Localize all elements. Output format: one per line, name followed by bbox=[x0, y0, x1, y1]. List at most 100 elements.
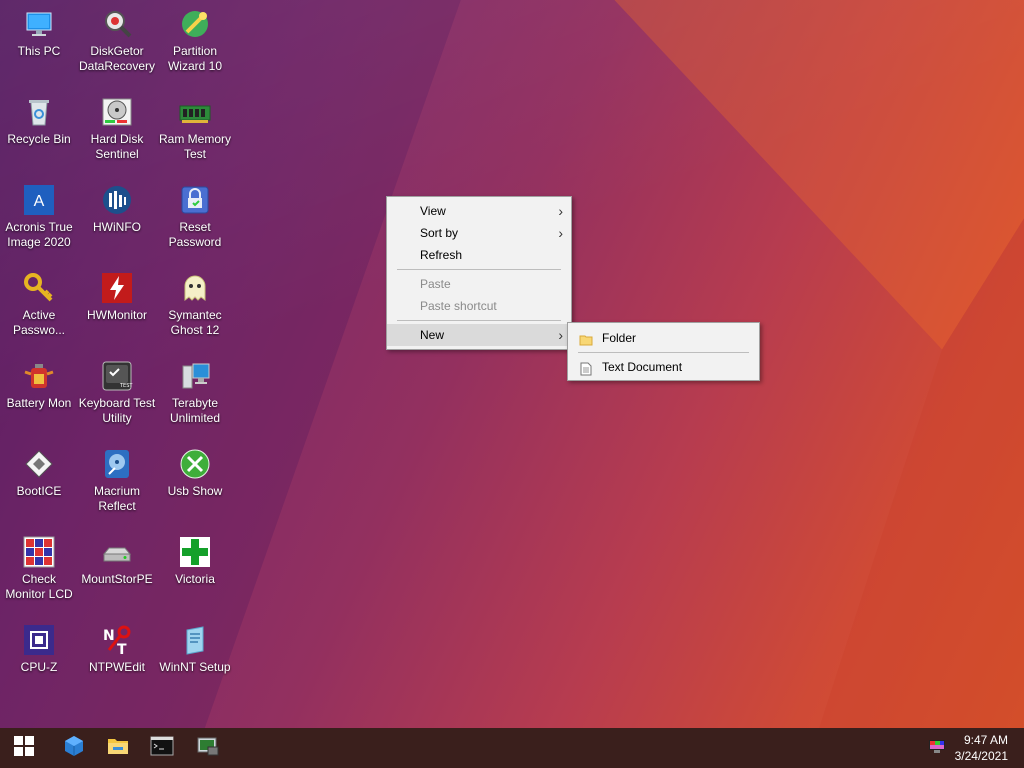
chevron-right-icon: › bbox=[558, 225, 563, 241]
winnt-setup-icon bbox=[179, 624, 211, 656]
desktop-icon-macrium[interactable]: Macrium Reflect bbox=[78, 440, 156, 524]
desktop-icon-partition-wizard[interactable]: Partition Wizard 10 bbox=[156, 0, 234, 84]
taskbar: 9:47 AM 3/24/2021 bbox=[0, 728, 1024, 768]
cpu-chip-icon bbox=[23, 624, 55, 656]
menu-separator bbox=[578, 352, 749, 353]
desktop-icon-label: DiskGetor DataRecovery bbox=[78, 44, 156, 73]
submenu-item-label: Folder bbox=[602, 331, 637, 345]
menu-item-new[interactable]: New › bbox=[387, 324, 571, 346]
menu-separator bbox=[397, 269, 561, 270]
desktop-icon-mountstorpe[interactable]: MountStorPE bbox=[78, 528, 156, 612]
drive-icon bbox=[101, 536, 133, 568]
desktop-icon-hwmonitor[interactable]: HWMonitor bbox=[78, 264, 156, 348]
svg-text:T: T bbox=[117, 642, 127, 656]
lightning-icon bbox=[101, 272, 133, 304]
system-clock[interactable]: 9:47 AM 3/24/2021 bbox=[955, 732, 1008, 764]
text-document-icon bbox=[579, 360, 593, 376]
hard-disk-icon bbox=[101, 96, 133, 128]
desktop-icon-label: Symantec Ghost 12 bbox=[168, 308, 222, 337]
desktop-icon-label: Victoria bbox=[175, 572, 215, 586]
terminal-icon bbox=[150, 735, 174, 762]
desktop-icon-check-monitor-lcd[interactable]: Check Monitor LCD bbox=[0, 528, 78, 612]
chevron-right-icon: › bbox=[558, 327, 563, 343]
recycle-bin-icon bbox=[23, 96, 55, 128]
desktop-icon-label: Ram Memory Test bbox=[158, 132, 231, 161]
menu-item-label: Paste bbox=[420, 277, 451, 291]
desktop-icon-reset-password[interactable]: Reset Password bbox=[156, 176, 234, 260]
submenu-item-folder[interactable]: Folder bbox=[568, 326, 759, 350]
bootice-icon bbox=[23, 448, 55, 480]
taskbar-app-1[interactable] bbox=[52, 728, 96, 768]
desktop-icon-label: CPU-Z bbox=[20, 660, 58, 674]
desktop-icon-label: HWMonitor bbox=[86, 308, 147, 322]
desktop-icon-label: Partition Wizard 10 bbox=[167, 44, 223, 73]
desktop-icon-label: Battery Mon bbox=[6, 396, 72, 410]
desktop-icon-victoria[interactable]: Victoria bbox=[156, 528, 234, 612]
desktop-icon-ram-memory-test[interactable]: Ram Memory Test bbox=[156, 88, 234, 172]
desktop-icon-label: WinNT Setup bbox=[159, 660, 231, 674]
desktop-icon-battery-mon[interactable]: Battery Mon bbox=[0, 352, 78, 436]
menu-separator bbox=[397, 320, 561, 321]
submenu-item-text-document[interactable]: Text Document bbox=[568, 355, 759, 379]
hwinfo-chip-icon bbox=[101, 184, 133, 216]
macrium-disk-icon bbox=[101, 448, 133, 480]
wizard-wand-icon bbox=[179, 8, 211, 40]
desktop-icon-hard-disk-sentinel[interactable]: Hard Disk Sentinel bbox=[78, 88, 156, 172]
menu-item-sort-by[interactable]: Sort by › bbox=[387, 222, 571, 244]
usb-tools-icon bbox=[179, 448, 211, 480]
taskbar-app-4[interactable] bbox=[186, 728, 230, 768]
desktop-icon-label: Usb Show bbox=[167, 484, 223, 498]
menu-item-paste-shortcut[interactable]: Paste shortcut bbox=[387, 295, 571, 317]
desktop-icon-terabyte[interactable]: Terabyte Unlimited bbox=[156, 352, 234, 436]
desktop-icon-ntpwedit[interactable]: NT NTPWEdit bbox=[78, 616, 156, 700]
taskbar-command-prompt[interactable] bbox=[140, 728, 184, 768]
menu-item-label: New bbox=[420, 328, 445, 342]
menu-item-view[interactable]: View › bbox=[387, 200, 571, 222]
disk-magnifier-icon bbox=[101, 8, 133, 40]
desktop-icon-label: Macrium Reflect bbox=[93, 484, 140, 513]
menu-item-refresh[interactable]: Refresh bbox=[387, 244, 571, 266]
svg-text:N: N bbox=[103, 628, 115, 644]
windows-logo-icon bbox=[14, 735, 34, 761]
desktop-icon-cpu-z[interactable]: CPU-Z bbox=[0, 616, 78, 700]
desktop-icon-keyboard-test[interactable]: TEST Keyboard Test Utility bbox=[78, 352, 156, 436]
reset-password-icon bbox=[179, 184, 211, 216]
desktop-icon-recycle-bin[interactable]: Recycle Bin bbox=[0, 88, 78, 172]
clock-date: 3/24/2021 bbox=[954, 749, 1008, 763]
menu-item-label: View bbox=[420, 204, 446, 218]
desktop-icon-diskgetor[interactable]: DiskGetor DataRecovery bbox=[78, 0, 156, 84]
desktop-icon-usb-show[interactable]: Usb Show bbox=[156, 440, 234, 524]
svg-text:TEST: TEST bbox=[119, 383, 133, 389]
pc-tower-icon bbox=[179, 360, 211, 392]
ntpwedit-key-icon: NT bbox=[101, 624, 133, 658]
desktop-icon-this-pc[interactable]: This PC bbox=[0, 0, 78, 84]
green-cross-icon bbox=[179, 536, 211, 568]
desktop-icon-label: Reset Password bbox=[168, 220, 222, 249]
new-submenu: Folder Text Document bbox=[567, 322, 760, 381]
menu-item-label: Paste shortcut bbox=[420, 299, 497, 313]
acronis-logo-icon: A bbox=[23, 184, 55, 216]
desktop-icon-label: MountStorPE bbox=[81, 572, 153, 586]
desktop-icon-acronis[interactable]: A Acronis True Image 2020 bbox=[0, 176, 78, 260]
menu-item-label: Refresh bbox=[420, 248, 463, 262]
desktop-icon-hwinfo[interactable]: HWiNFO bbox=[78, 176, 156, 260]
desktop-icon-symantec-ghost[interactable]: Symantec Ghost 12 bbox=[156, 264, 234, 348]
tray-color-icon[interactable] bbox=[929, 740, 945, 754]
desktop-icon-label: Hard Disk Sentinel bbox=[90, 132, 144, 161]
desktop-icon-active-password[interactable]: Active Passwo... bbox=[0, 264, 78, 348]
keyboard-key-icon: TEST bbox=[101, 360, 133, 392]
start-button[interactable] bbox=[2, 728, 46, 768]
desktop-icon-bootice[interactable]: BootICE bbox=[0, 440, 78, 524]
desktop-icon-label: Acronis True Image 2020 bbox=[5, 220, 73, 249]
clock-time: 9:47 AM bbox=[963, 733, 1008, 747]
desktop-icon-label: Check Monitor LCD bbox=[5, 572, 73, 601]
desktop-context-menu: View › Sort by › Refresh Paste Paste sho… bbox=[386, 196, 572, 350]
menu-item-paste[interactable]: Paste bbox=[387, 273, 571, 295]
desktop-icon-label: HWiNFO bbox=[93, 220, 141, 234]
desktop-icon-winnt-setup[interactable]: WinNT Setup bbox=[156, 616, 234, 700]
desktop-icon-label: Active Passwo... bbox=[12, 308, 66, 337]
desktop-icon-label: Terabyte Unlimited bbox=[169, 396, 220, 425]
battery-mon-icon bbox=[23, 360, 55, 392]
submenu-item-label: Text Document bbox=[602, 360, 683, 374]
taskbar-file-explorer[interactable] bbox=[96, 728, 140, 768]
